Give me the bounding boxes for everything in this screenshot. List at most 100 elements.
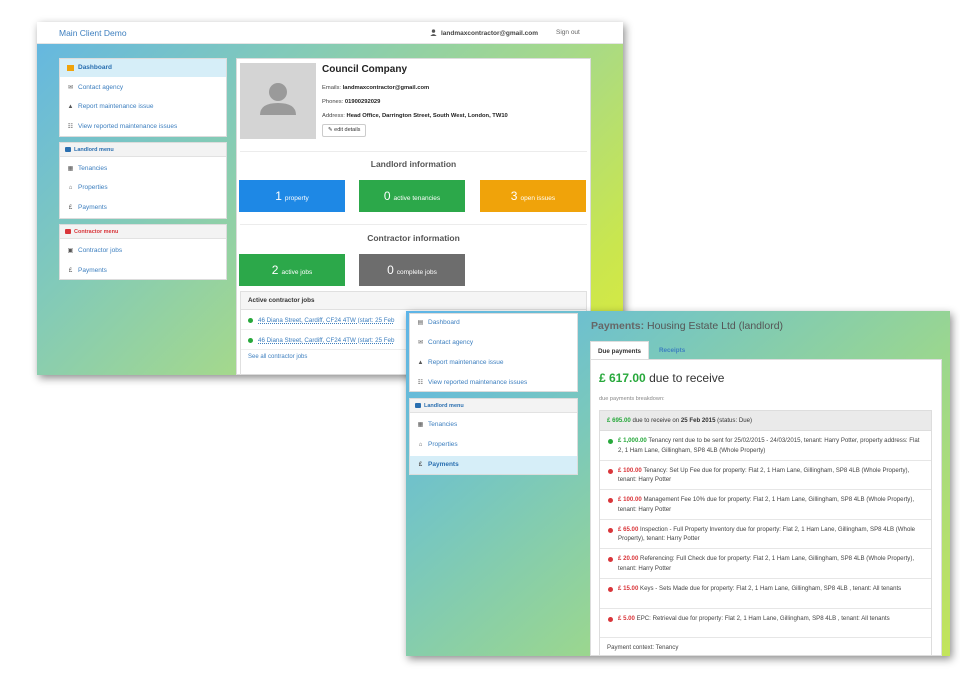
- landlord-menu-header: Landlord menu: [60, 143, 226, 157]
- active-jobs-title: Active contractor jobs: [241, 292, 586, 310]
- user-menu[interactable]: landmaxcontractor@gmail.com: [430, 29, 538, 37]
- sidebar-item-view-issues[interactable]: ☷ View reported maintenance issues: [60, 118, 226, 136]
- landlord-info-title: Landlord information: [370, 159, 457, 169]
- calendar-icon: ▦: [67, 166, 74, 172]
- sidebar-item-tenancies[interactable]: ▦ Tenancies: [410, 416, 577, 434]
- sidebar-item-properties[interactable]: ⌂ Properties: [60, 179, 226, 197]
- dashboard-icon: [67, 65, 74, 71]
- page-title-rest: Housing Estate Ltd (landlord): [647, 320, 784, 332]
- sidebar-item-label: Report maintenance issue: [428, 359, 504, 366]
- envelope-icon: ✉: [417, 340, 424, 346]
- sidebar-item-report-issue[interactable]: ▲ Report maintenance issue: [60, 98, 226, 116]
- sidebar-item-contact-agency[interactable]: ✉ Contact agency: [410, 334, 577, 352]
- job-link[interactable]: 46 Diana Street, Cardiff, CF24 4TW (star…: [258, 317, 394, 324]
- stat-complete-jobs[interactable]: 0 complete jobs: [359, 254, 465, 286]
- sidebar-item-label: Payments: [78, 204, 107, 211]
- see-all-jobs-link[interactable]: See all contractor jobs: [248, 354, 307, 360]
- sidebar-item-label: Tenancies: [78, 165, 108, 172]
- sidebar-item-label: Tenancies: [428, 421, 458, 428]
- menu-title: Landlord menu: [74, 147, 114, 153]
- payment-text: Keys - Sets Made due for property: Flat …: [640, 584, 902, 592]
- payment-item[interactable]: £ 100.00 Tenancy: Set Up Fee due for pro…: [600, 461, 931, 491]
- dashboard-icon: ▤: [417, 320, 424, 326]
- payment-amount: £ 1,000.00: [618, 437, 647, 444]
- payment-item[interactable]: £ 5.00 EPC: Retrieval due for property: …: [600, 609, 931, 639]
- group-status: (status: Due): [717, 417, 753, 424]
- sidebar-item-label: Contact agency: [428, 339, 474, 346]
- stat-label: active jobs: [281, 269, 313, 276]
- contractor-info-title: Contractor information: [367, 233, 460, 243]
- emails-label: Emails:: [322, 85, 342, 91]
- sidebar-item-properties[interactable]: ⌂ Properties: [410, 436, 577, 454]
- brand-link[interactable]: Main Client Demo: [59, 28, 127, 38]
- payment-item[interactable]: £ 65.00 Inspection - Full Property Inven…: [600, 520, 931, 550]
- tab-due-payments[interactable]: Due payments: [590, 341, 650, 360]
- address-line: Address: Head Office, Darrington Street,…: [322, 113, 508, 119]
- stat-active-tenancies[interactable]: 0 active tenancies: [359, 180, 465, 212]
- edit-label: edit details: [334, 127, 361, 133]
- tag-icon: [65, 229, 71, 234]
- warning-icon: ▲: [67, 104, 74, 110]
- envelope-icon: ✉: [67, 85, 74, 91]
- payment-item[interactable]: £ 1,000.00 Tenancy rent due to be sent f…: [600, 431, 931, 461]
- calendar-icon: ▦: [417, 422, 424, 428]
- user-icon: [430, 29, 437, 36]
- pound-icon: £: [418, 462, 423, 468]
- status-dot-icon: [248, 318, 253, 323]
- status-dot-icon: [608, 439, 613, 444]
- stat-open-issues[interactable]: 3 open issues: [480, 180, 586, 212]
- stat-label: property: [284, 195, 309, 202]
- payment-text: Referencing: Full Check due for property…: [618, 555, 915, 572]
- status-dot-icon: [608, 557, 613, 563]
- sidebar-item-label: View reported maintenance issues: [78, 123, 178, 130]
- sidebar-item-report-issue[interactable]: ▲ Report maintenance issue: [410, 354, 577, 372]
- sidebar-item-label: Payments: [428, 461, 459, 468]
- stat-active-jobs[interactable]: 2 active jobs: [239, 254, 345, 286]
- job-link[interactable]: 46 Diana Street, Cardiff, CF24 4TW (star…: [258, 337, 394, 344]
- group-date: 25 Feb 2015: [680, 417, 716, 424]
- payment-text: Tenancy rent due to be sent for 25/02/20…: [618, 437, 920, 454]
- payment-item[interactable]: £ 100.00 Management Fee 10% due for prop…: [600, 490, 931, 520]
- sidebar-item-contact-agency[interactable]: ✉ Contact agency: [60, 79, 226, 97]
- total-suffix: due to receive: [649, 371, 725, 385]
- phones-value: 01900292029: [344, 99, 381, 105]
- sidebar-item-contractor-jobs[interactable]: ▣ Contractor jobs: [60, 242, 226, 260]
- sign-out-link[interactable]: Sign out: [556, 29, 580, 36]
- pencil-icon: ✎: [328, 127, 333, 133]
- menu-title: Landlord menu: [424, 403, 464, 409]
- sidebar-item-dashboard[interactable]: Dashboard: [60, 59, 226, 77]
- sidebar-item-dashboard[interactable]: ▤ Dashboard: [410, 314, 577, 332]
- breakdown-label: due payments breakdown:: [599, 396, 665, 402]
- sidebar-item-payments[interactable]: £ Payments: [60, 199, 226, 217]
- payment-text: Inspection - Full Property Inventory due…: [618, 525, 916, 543]
- sidebar-main-nav: ▤ Dashboard ✉ Contact agency ▲ Report ma…: [409, 313, 578, 392]
- payment-amount: £ 5.00: [618, 614, 635, 622]
- payment-amount: £ 100.00: [618, 466, 642, 474]
- edit-details-button[interactable]: ✎ edit details: [322, 124, 367, 137]
- payment-group-header: £ 695.00 due to receive on 25 Feb 2015 (…: [600, 411, 931, 431]
- sidebar-item-contractor-payments[interactable]: £ Payments: [60, 262, 226, 280]
- payment-amount: £ 15.00: [618, 584, 639, 592]
- total-due: £ 617.00 due to receive: [599, 371, 724, 385]
- sidebar-main-nav: Dashboard ✉ Contact agency ▲ Report main…: [59, 58, 227, 137]
- payments-window: ▤ Dashboard ✉ Contact agency ▲ Report ma…: [406, 311, 950, 656]
- list-icon: ☷: [67, 124, 74, 130]
- sidebar-landlord-menu: Landlord menu ▦ Tenancies ⌂ Properties £…: [59, 142, 227, 219]
- stat-number: 3: [510, 189, 518, 203]
- sidebar-item-label: View reported maintenance issues: [428, 379, 528, 386]
- sidebar-landlord-menu: Landlord menu ▦ Tenancies ⌂ Properties £…: [409, 398, 578, 475]
- payments-list: £ 695.00 due to receive on 25 Feb 2015 (…: [599, 410, 932, 656]
- sidebar-contractor-menu: Contractor menu ▣ Contractor jobs £ Paym…: [59, 224, 227, 280]
- payment-item[interactable]: £ 15.00 Keys - Sets Made due for propert…: [600, 579, 931, 609]
- sidebar-item-tenancies[interactable]: ▦ Tenancies: [60, 160, 226, 178]
- sidebar-item-label: Dashboard: [428, 319, 460, 326]
- payment-text: EPC: Retrieval due for property: Flat 2,…: [636, 614, 890, 622]
- sidebar-item-view-issues[interactable]: ☷ View reported maintenance issues: [410, 374, 577, 392]
- stat-number: 1: [275, 189, 282, 203]
- sidebar-item-payments[interactable]: £ Payments: [410, 456, 577, 474]
- payment-item[interactable]: £ 20.00 Referencing: Full Check due for …: [600, 549, 931, 579]
- status-dot-icon: [248, 338, 253, 343]
- stat-properties[interactable]: 1 property: [239, 180, 345, 212]
- tab-receipts[interactable]: Receipts: [652, 341, 692, 360]
- list-icon: ☷: [417, 380, 424, 386]
